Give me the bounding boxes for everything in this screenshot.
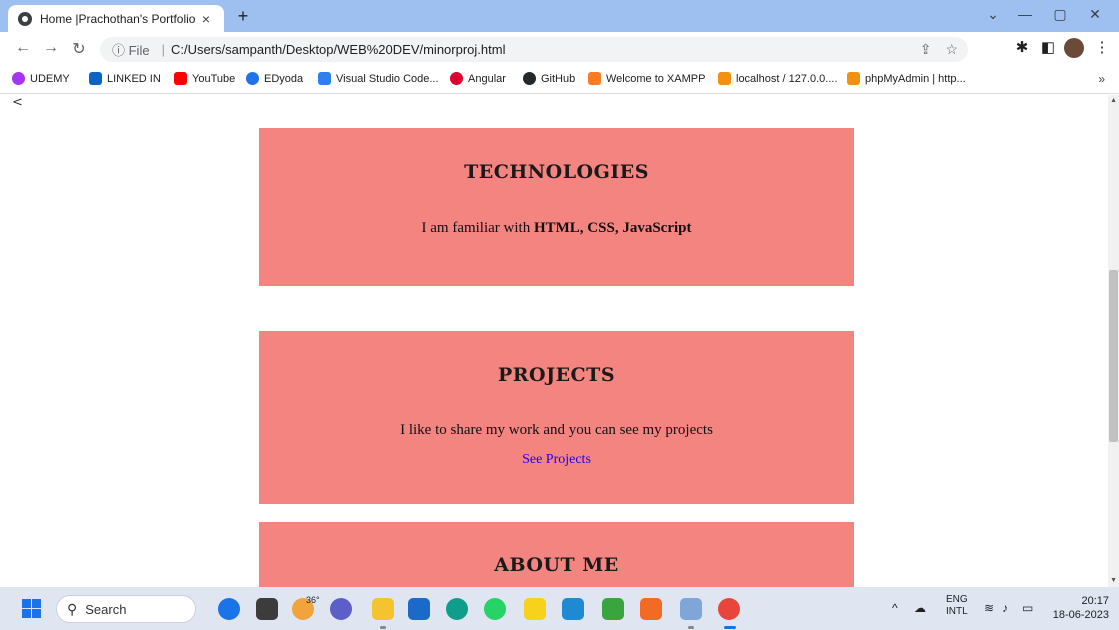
new-tab-button[interactable]: + bbox=[232, 6, 254, 28]
bookmark-xampp[interactable]: Welcome to XAMPP bbox=[588, 72, 705, 85]
tab-search-icon[interactable]: ⌄ bbox=[978, 6, 1008, 23]
search-icon: ⚲ bbox=[67, 600, 78, 617]
about-heading: ABOUT ME bbox=[494, 554, 619, 576]
technologies-section: TECHNOLOGIES I am familiar with HTML, CS… bbox=[259, 128, 854, 286]
reload-icon[interactable]: ↻ bbox=[68, 39, 90, 59]
chrome-icon[interactable] bbox=[718, 598, 740, 620]
onedrive-icon[interactable]: ☁ bbox=[914, 601, 926, 615]
bookmark-udemy[interactable]: UDEMY bbox=[12, 72, 70, 85]
scrollbar-thumb[interactable] bbox=[1109, 270, 1118, 442]
browser-tab-bar: Home |Prachothan's Portfolio × + ⌄ — ▢ ✕ bbox=[0, 0, 1119, 32]
projects-heading: PROJECTS bbox=[497, 364, 616, 386]
taskbar-search[interactable]: ⚲ Search bbox=[56, 595, 196, 623]
task-view-icon[interactable] bbox=[256, 598, 278, 620]
xampp-icon bbox=[588, 72, 601, 85]
active-indicator bbox=[724, 626, 736, 629]
technologies-list: HTML, CSS, JavaScript bbox=[533, 220, 692, 236]
bookmarks-overflow-icon[interactable]: » bbox=[1098, 72, 1105, 86]
phpmyadmin-icon bbox=[718, 72, 731, 85]
share-icon[interactable]: ⇪ bbox=[920, 41, 932, 58]
prev-arrow[interactable]: < bbox=[12, 95, 23, 110]
bookmarks-bar: UDEMY LINKED IN YouTube EDyoda Visual St… bbox=[0, 66, 1119, 94]
notepad-icon[interactable] bbox=[680, 598, 702, 620]
bookmark-github[interactable]: GitHub bbox=[523, 72, 575, 85]
site-info-icon[interactable]: ⓘ File bbox=[112, 40, 150, 59]
side-panel-icon[interactable]: ◧ bbox=[1038, 38, 1058, 56]
edge-icon[interactable] bbox=[446, 598, 468, 620]
about-section: ABOUT ME bbox=[259, 522, 854, 587]
angular-icon bbox=[450, 72, 463, 85]
edyoda-icon bbox=[246, 72, 259, 85]
volume-icon[interactable]: ♪ bbox=[1002, 601, 1008, 615]
language-indicator[interactable]: ENG INTL bbox=[946, 594, 968, 618]
bookmark-youtube[interactable]: YouTube bbox=[174, 72, 235, 85]
xampp-taskbar-icon[interactable] bbox=[640, 598, 662, 620]
system-clock[interactable]: 20:17 18-06-2023 bbox=[1053, 594, 1109, 622]
teams-icon[interactable] bbox=[330, 598, 352, 620]
address-bar[interactable]: ⓘ File | C:/Users/sampanth/Desktop/WEB%2… bbox=[100, 37, 968, 62]
projects-text: I like to share my work and you can see … bbox=[400, 422, 713, 438]
bookmark-localhost[interactable]: localhost / 127.0.0.... bbox=[718, 72, 838, 85]
file-explorer-icon[interactable] bbox=[372, 598, 394, 620]
profile-avatar[interactable] bbox=[1064, 38, 1084, 58]
tab-title: Home |Prachothan's Portfolio bbox=[40, 11, 196, 26]
bookmark-angular[interactable]: Angular bbox=[450, 72, 506, 85]
restore-button[interactable]: ▢ bbox=[1045, 6, 1075, 23]
close-window-button[interactable]: ✕ bbox=[1080, 6, 1110, 23]
linkedin-icon bbox=[89, 72, 102, 85]
see-projects-link[interactable]: See Projects bbox=[522, 452, 591, 467]
wifi-icon[interactable]: ≋ bbox=[984, 601, 994, 615]
vscode-icon bbox=[318, 72, 331, 85]
whatsapp-icon[interactable] bbox=[484, 598, 506, 620]
bing-icon[interactable] bbox=[218, 598, 240, 620]
projects-section: PROJECTS I like to share my work and you… bbox=[259, 331, 854, 504]
battery-icon[interactable]: ▭ bbox=[1022, 601, 1033, 615]
scroll-down-icon[interactable]: ▼ bbox=[1110, 577, 1117, 584]
scroll-up-icon[interactable]: ▲ bbox=[1110, 97, 1117, 104]
mail-icon[interactable] bbox=[408, 598, 430, 620]
forward-icon[interactable]: → bbox=[40, 39, 62, 57]
bookmark-vscode[interactable]: Visual Studio Code... bbox=[318, 72, 439, 85]
bookmark-linkedin[interactable]: LINKED IN bbox=[89, 72, 161, 85]
search-label: Search bbox=[85, 601, 127, 617]
back-icon[interactable]: ← bbox=[12, 39, 34, 57]
page-viewport: < TECHNOLOGIES I am familiar with HTML, … bbox=[0, 95, 1108, 587]
browser-tab[interactable]: Home |Prachothan's Portfolio × bbox=[8, 5, 224, 32]
url-separator: | bbox=[161, 42, 165, 57]
weather-temp: 36° bbox=[306, 595, 320, 605]
phpmyadmin-icon bbox=[847, 72, 860, 85]
close-tab-icon[interactable]: × bbox=[198, 11, 214, 27]
extensions-icon[interactable]: ✱ bbox=[1012, 38, 1032, 56]
bookmark-phpmyadmin[interactable]: phpMyAdmin | http... bbox=[847, 72, 966, 85]
running-indicator bbox=[688, 626, 694, 629]
menu-icon[interactable]: ⋮ bbox=[1092, 38, 1112, 56]
minimize-button[interactable]: — bbox=[1010, 6, 1040, 22]
sticky-notes-icon[interactable] bbox=[524, 598, 546, 620]
nodejs-icon[interactable] bbox=[602, 598, 624, 620]
url-text[interactable]: C:/Users/sampanth/Desktop/WEB%20DEV/mino… bbox=[171, 42, 506, 57]
browser-toolbar: ← → ↻ ⓘ File | C:/Users/sampanth/Desktop… bbox=[0, 32, 1119, 66]
udemy-icon bbox=[12, 72, 25, 85]
youtube-icon bbox=[174, 72, 187, 85]
windows-start-icon[interactable] bbox=[22, 599, 41, 618]
github-icon bbox=[523, 72, 536, 85]
running-indicator bbox=[380, 626, 386, 629]
bookmark-edyoda[interactable]: EDyoda bbox=[246, 72, 303, 85]
technologies-text: I am familiar with HTML, CSS, JavaScript bbox=[421, 220, 692, 236]
globe-icon bbox=[18, 11, 32, 26]
show-hidden-icons[interactable]: ^ bbox=[892, 601, 898, 615]
windows-taskbar: ⚲ Search 36° ^ ☁ ENG INTL ≋ ♪ ▭ 20:17 18-0… bbox=[0, 587, 1119, 630]
vscode-taskbar-icon[interactable] bbox=[562, 598, 584, 620]
bookmark-star-icon[interactable]: ☆ bbox=[945, 41, 958, 58]
technologies-heading: TECHNOLOGIES bbox=[464, 161, 649, 183]
